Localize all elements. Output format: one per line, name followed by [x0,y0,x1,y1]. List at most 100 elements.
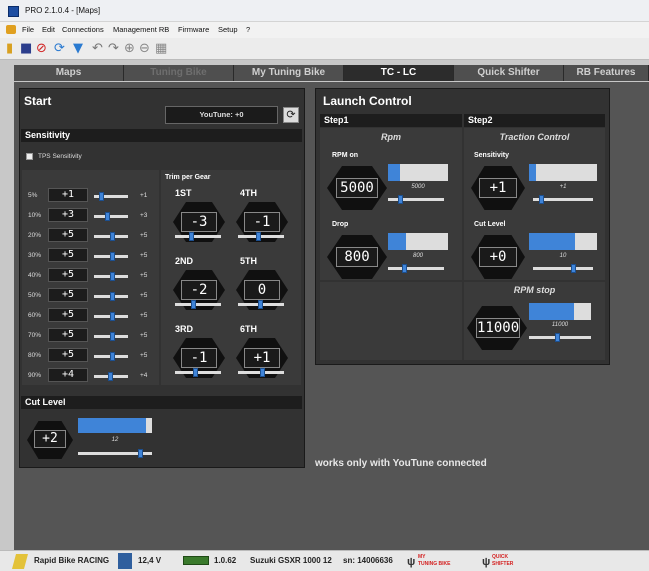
menu-connections[interactable]: Connections [62,25,104,34]
gear-label: 2ND [175,256,194,266]
app-icon [8,6,19,17]
row-right: +1 [140,192,148,199]
rpm-stop-value[interactable]: 11000 [476,318,520,338]
row-slider[interactable] [94,192,128,201]
rpm-on-label: RPM on [332,152,359,159]
gear-2-value[interactable]: -2 [181,280,217,300]
save-icon[interactable]: ■ [20,41,32,57]
window-title: PRO 2.1.0.4 - [Maps] [25,6,101,15]
row-value[interactable]: +5 [48,268,88,282]
tps-checkbox[interactable] [26,153,33,160]
tc-cut-level-label: Cut Level [474,221,506,228]
redo-icon[interactable]: ↷ [108,41,119,57]
row-right: +5 [140,332,148,339]
tab-quick-shifter[interactable]: Quick Shifter [454,65,564,81]
row-pct: 60% [28,312,42,319]
row-right: +4 [140,372,148,379]
disconnect-icon[interactable]: ⊘ [36,41,47,57]
row-pct: 10% [28,212,42,219]
row-pct: 40% [28,272,42,279]
traction-title: Traction Control [499,132,570,142]
row-slider[interactable] [94,272,128,281]
row-slider[interactable] [94,252,128,261]
gear-6-value[interactable]: +1 [244,348,280,368]
gear-4-value[interactable]: -1 [244,212,280,232]
menu-firmware[interactable]: Firmware [178,25,209,34]
row-slider[interactable] [94,232,128,241]
row-slider[interactable] [94,332,128,341]
youtune-refresh-button[interactable]: ⟳ [283,107,299,123]
undo-icon[interactable]: ↶ [92,41,103,57]
cut-level-value[interactable]: +2 [34,430,66,448]
row-slider[interactable] [94,312,128,321]
grid-icon[interactable]: ▦ [155,41,167,57]
gear-1-value[interactable]: -3 [181,212,217,232]
row-slider[interactable] [94,352,128,361]
row-right: +5 [140,252,148,259]
menu-help[interactable]: ? [246,25,250,34]
tc-sensitivity-value[interactable]: +1 [479,178,517,198]
row-value[interactable]: +3 [48,208,88,222]
tab-tc-lc[interactable]: TC - LC [344,65,454,81]
gear-2-slider[interactable] [175,300,221,309]
tps-label: TPS Sensitivity [38,153,82,160]
usb-icon: ψ [482,556,491,568]
menu-setup[interactable]: Setup [218,25,238,34]
firmware-version: 1.0.62 [214,556,237,565]
row-value[interactable]: +5 [48,308,88,322]
gear-3-value[interactable]: -1 [181,348,217,368]
sensitivity-header: Sensitivity [21,129,302,142]
gear-5-slider[interactable] [238,300,284,309]
drop-slider[interactable] [388,264,444,273]
row-slider[interactable] [94,292,128,301]
cut-level-slider[interactable] [78,449,152,458]
zoom-out-icon[interactable]: ⊖ [139,41,150,57]
gear-label: 5TH [240,256,258,266]
tc-sensitivity-small: +1 [559,184,567,190]
row-value[interactable]: +5 [48,248,88,262]
tab-rb-features[interactable]: RB Features [564,65,649,81]
launch-title: Launch Control [323,94,412,108]
bike-model: Suzuki GSXR 1000 12 [250,556,332,565]
refresh-icon[interactable]: ⟳ [54,41,65,57]
gear-6-slider[interactable] [238,368,284,377]
tab-tuning-bike[interactable]: Tuning Bike [124,65,234,81]
rpm-on-slider[interactable] [388,195,444,204]
gear-5-value[interactable]: 0 [244,280,280,300]
menu-bar: File Edit Connections Management RB Firm… [0,22,649,38]
voltage: 12,4 V [138,556,162,565]
filter-icon[interactable]: ▼ [73,41,83,57]
sensitivity-label: Sensitivity [474,152,510,159]
tab-maps[interactable]: Maps [14,65,124,81]
row-slider[interactable] [94,212,128,221]
zoom-in-icon[interactable]: ⊕ [124,41,135,57]
tc-sensitivity-slider[interactable] [533,195,593,204]
gear-3-slider[interactable] [175,368,221,377]
row-right: +5 [140,272,148,279]
tc-cut-level-slider[interactable] [533,264,593,273]
drop-bar [388,233,448,250]
rpm-stop-slider[interactable] [529,333,591,342]
open-icon[interactable]: ▮ [6,41,13,57]
youtune-display: YouTune: +0 [165,106,278,124]
drop-value[interactable]: 800 [336,247,378,267]
row-value[interactable]: +5 [48,288,88,302]
row-value[interactable]: +5 [48,228,88,242]
status-bar: Rapid Bike RACING 12,4 V 1.0.62 Suzuki G… [0,550,649,571]
row-value[interactable]: +5 [48,328,88,342]
row-value[interactable]: +4 [48,368,88,382]
menu-edit[interactable]: Edit [42,25,55,34]
row-value[interactable]: +1 [48,188,88,202]
gear-1-slider[interactable] [175,232,221,241]
row-value[interactable]: +5 [48,348,88,362]
tc-cut-level-value[interactable]: +0 [479,247,517,267]
gear-4-slider[interactable] [238,232,284,241]
rpm-title: Rpm [381,132,401,142]
row-right: +3 [140,212,148,219]
row-slider[interactable] [94,372,128,381]
tab-my-tuning-bike[interactable]: My Tuning Bike [234,65,344,81]
menu-management-rb[interactable]: Management RB [113,25,169,34]
rpm-on-value[interactable]: 5000 [336,178,378,198]
gear-label: 6TH [240,324,258,334]
menu-file[interactable]: File [22,25,34,34]
